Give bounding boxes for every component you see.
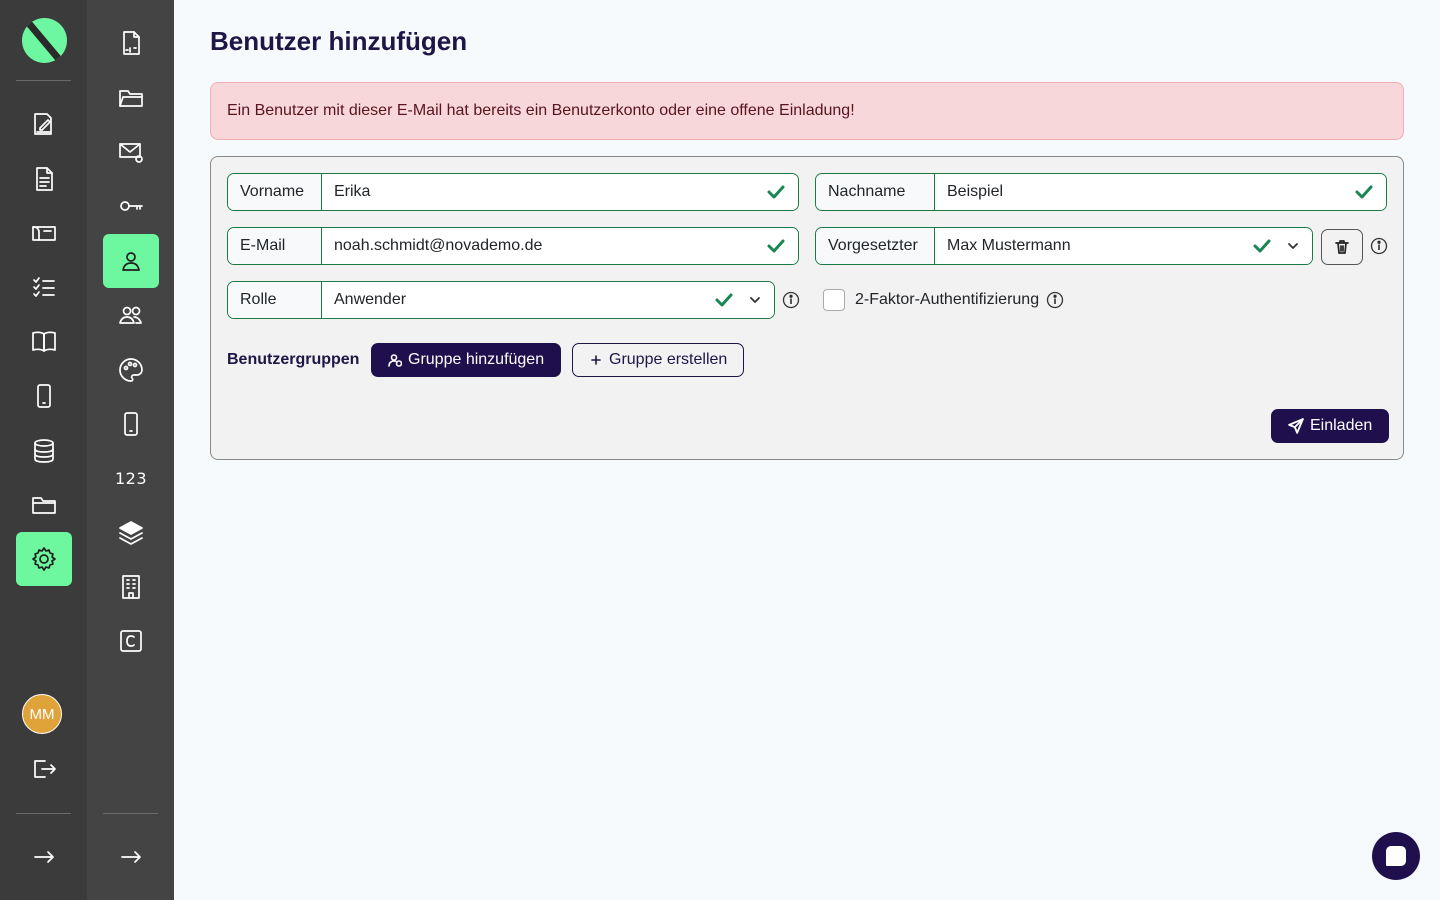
first-name-label: Vorname (228, 174, 322, 210)
create-group-button[interactable]: Gruppe erstellen (572, 343, 745, 377)
supervisor-value: Max Mustermann (947, 237, 1071, 254)
valid-check-icon (1355, 185, 1373, 199)
info-icon[interactable] (782, 291, 800, 309)
chevron-down-icon (750, 297, 760, 303)
c-box-icon[interactable] (103, 614, 159, 668)
book-icon[interactable] (16, 314, 72, 368)
create-group-label: Gruppe erstellen (609, 351, 728, 368)
key-icon[interactable] (103, 179, 159, 233)
user-add-icon (388, 354, 402, 367)
email-input[interactable]: noah.schmidt@novademo.de (322, 228, 798, 264)
info-icon[interactable] (1046, 291, 1064, 309)
two-factor-option: 2-Faktor-Authentifizierung (823, 289, 1064, 311)
building-icon[interactable] (103, 560, 159, 614)
mail-at-icon[interactable] (103, 125, 159, 179)
user-avatar[interactable]: MM (22, 694, 62, 734)
role-value: Anwender (334, 291, 407, 308)
valid-check-icon (1253, 239, 1271, 253)
two-factor-checkbox[interactable] (823, 289, 845, 311)
supervisor-group: Vorgesetzter Max Mustermann (815, 227, 1313, 265)
role-select[interactable]: Anwender (322, 282, 774, 318)
database-icon[interactable] (16, 424, 72, 478)
user-form-panel: Vorname Erika Nachname Beispiel E-Mail n… (210, 156, 1404, 460)
add-group-button[interactable]: Gruppe hinzufügen (371, 343, 562, 377)
valid-check-icon (767, 239, 785, 253)
last-name-group: Nachname Beispiel (815, 173, 1387, 211)
user-groups-label: Benutzergruppen (227, 351, 360, 368)
logout-icon[interactable] (16, 742, 72, 796)
page-title: Benutzer hinzufügen (210, 26, 468, 56)
role-group: Rolle Anwender (227, 281, 775, 319)
user-icon[interactable] (103, 234, 159, 288)
divider (103, 813, 158, 814)
chat-icon (1386, 846, 1406, 866)
role-label: Rolle (228, 282, 322, 318)
phone-icon[interactable] (16, 369, 72, 423)
palette-icon[interactable] (103, 343, 159, 397)
plus-icon (591, 355, 601, 365)
divider (16, 813, 71, 814)
valid-check-icon (767, 185, 785, 199)
info-icon[interactable] (1370, 237, 1388, 255)
layers-icon[interactable] (103, 505, 159, 559)
supervisor-label: Vorgesetzter (816, 228, 935, 264)
numbers-icon[interactable]: 123 (103, 451, 159, 505)
last-name-input[interactable]: Beispiel (935, 174, 1386, 210)
first-name-value: Erika (334, 183, 371, 200)
edit-document-icon[interactable] (16, 97, 72, 151)
valid-check-icon (715, 293, 733, 307)
error-alert: Ein Benutzer mit dieser E-Mail hat berei… (210, 82, 1404, 140)
first-name-group: Vorname Erika (227, 173, 799, 211)
folder-icon[interactable] (16, 478, 72, 532)
two-factor-label[interactable]: 2-Faktor-Authentifizierung (855, 291, 1039, 309)
invite-label: Einladen (1310, 417, 1373, 434)
first-name-input[interactable]: Erika (322, 174, 798, 210)
email-label: E-Mail (228, 228, 322, 264)
email-group: E-Mail noah.schmidt@novademo.de (227, 227, 799, 265)
settings-icon[interactable] (16, 532, 72, 586)
pdf-icon[interactable] (103, 16, 159, 70)
numbers-label: 123 (114, 468, 148, 488)
last-name-value: Beispiel (947, 183, 1004, 200)
expand-arrow-icon[interactable] (16, 830, 72, 884)
add-group-label: Gruppe hinzufügen (408, 351, 545, 368)
trash-icon (1335, 240, 1349, 254)
supervisor-select[interactable]: Max Mustermann (935, 228, 1312, 264)
users-icon[interactable] (103, 288, 159, 342)
folder-open-icon[interactable] (103, 71, 159, 125)
document-icon[interactable] (16, 152, 72, 206)
chat-button[interactable] (1372, 832, 1420, 880)
inbox-icon[interactable] (16, 206, 72, 260)
checklist-icon[interactable] (16, 260, 72, 314)
secondary-sidebar: 123 (87, 0, 174, 900)
last-name-label: Nachname (816, 174, 935, 210)
primary-sidebar: MM (0, 0, 87, 900)
app-logo[interactable] (22, 18, 67, 63)
chevron-down-icon (1288, 243, 1298, 249)
email-value: noah.schmidt@novademo.de (334, 237, 543, 254)
divider (16, 80, 71, 81)
expand-arrow-icon[interactable] (103, 830, 159, 884)
send-icon (1288, 418, 1304, 434)
phone-icon[interactable] (103, 397, 159, 451)
invite-button[interactable]: Einladen (1271, 409, 1390, 443)
remove-supervisor-button[interactable] (1321, 229, 1363, 265)
